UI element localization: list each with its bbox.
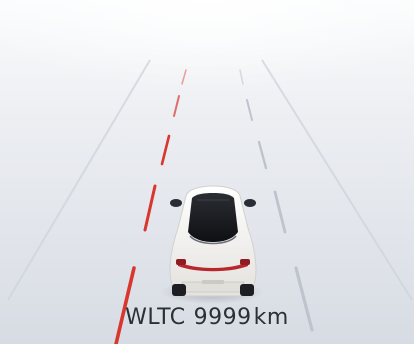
horizon-glow (0, 0, 414, 150)
vehicle-icon (160, 185, 264, 304)
range-unit: km (253, 305, 289, 330)
driving-display: WLTC 9999km (0, 0, 414, 344)
range-value: 9999 (193, 305, 252, 330)
range-standard-label: WLTC (125, 305, 186, 330)
range-readout: WLTC 9999km (0, 305, 414, 330)
road-scene (0, 0, 414, 344)
